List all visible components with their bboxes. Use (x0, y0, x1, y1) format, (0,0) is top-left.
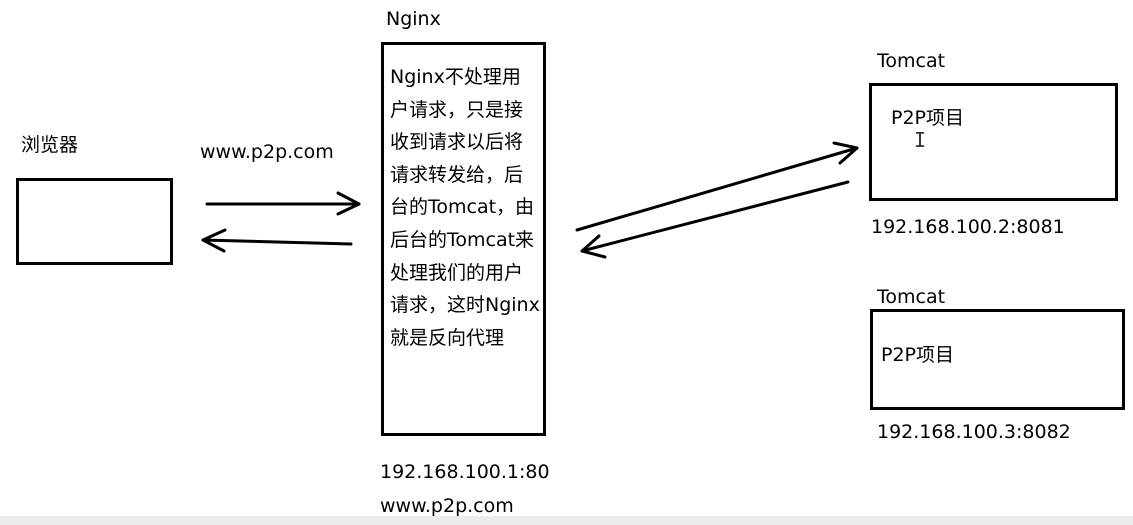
diagram-canvas: 浏览器 www.p2p.com Nginx Nginx不处理用 户请求，只是接 … (0, 0, 1133, 525)
arrow-nginx-to-browser (201, 228, 353, 253)
arrow-tomcat-to-nginx (580, 180, 850, 259)
connection-arrows (201, 141, 859, 259)
arrow-browser-to-nginx (205, 191, 361, 216)
bottom-strip (0, 516, 1133, 525)
